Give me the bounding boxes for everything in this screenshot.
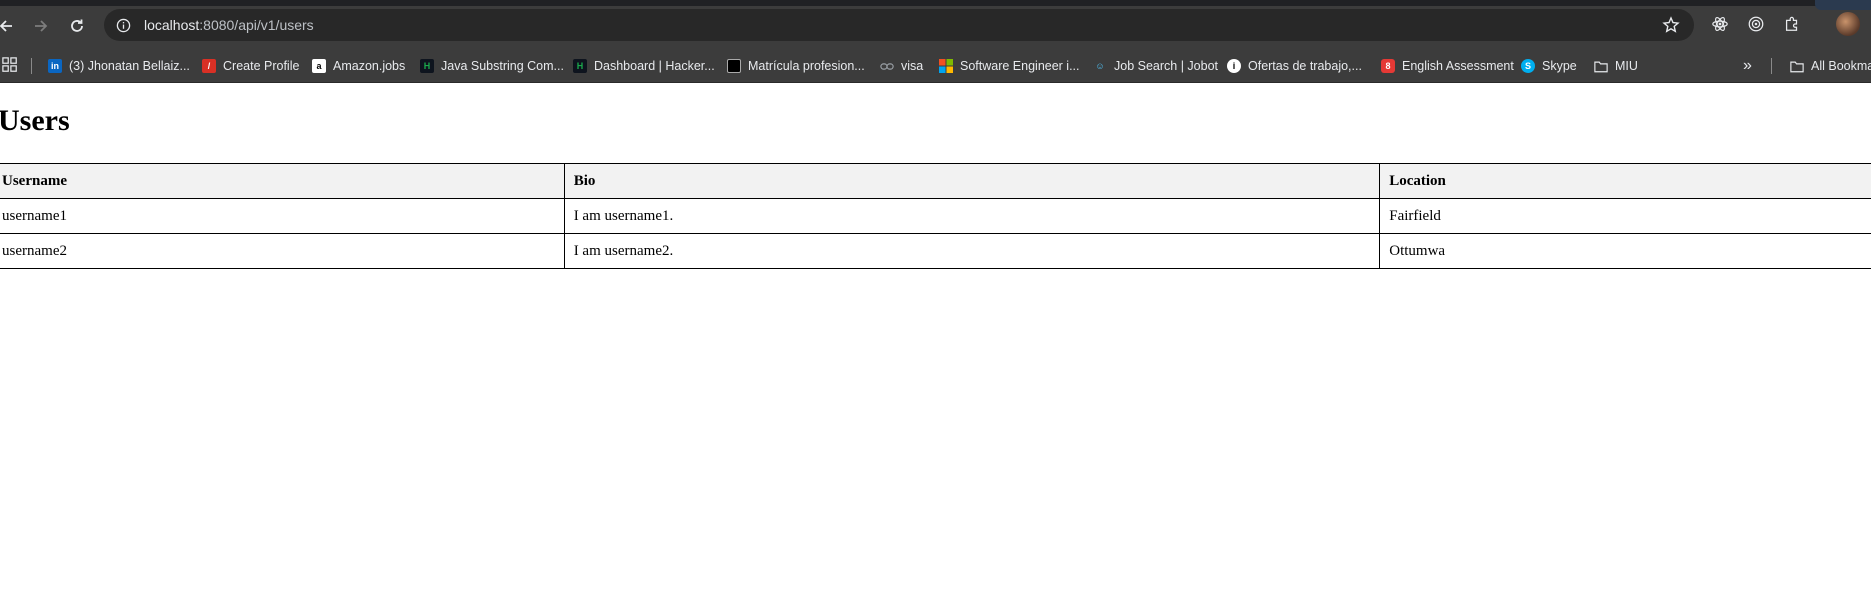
bookmark-star-icon[interactable]: [1662, 16, 1680, 34]
table-header-row: Username Bio Location: [0, 163, 1871, 199]
bookmark-label: All Bookmarks: [1811, 59, 1871, 73]
react-devtools-icon[interactable]: [1709, 13, 1731, 35]
back-button[interactable]: [0, 8, 24, 44]
red-logo-icon: /: [202, 59, 216, 73]
cell-username: username2: [0, 233, 565, 269]
bookmark-label: Dashboard | Hacker...: [594, 59, 715, 73]
bookmark-folder-miu[interactable]: MIU: [1594, 56, 1638, 76]
bookmark-label: visa: [901, 59, 924, 73]
chevron-double-right-icon: »: [1743, 57, 1752, 74]
reload-button[interactable]: [59, 8, 95, 44]
bookmark-java-substring[interactable]: H Java Substring Com...: [420, 56, 564, 76]
bookmark-linkedin[interactable]: in (3) Jhonatan Bellaiz...: [48, 56, 190, 76]
bookmark-ofertas[interactable]: i Ofertas de trabajo,...: [1227, 56, 1362, 76]
cell-location: Fairfield: [1379, 198, 1871, 234]
forward-button[interactable]: [23, 8, 59, 44]
cell-bio: I am username2.: [563, 233, 1381, 269]
bookmark-matricula[interactable]: Matrícula profesion...: [727, 56, 865, 76]
bookmark-label: Ofertas de trabajo,...: [1248, 59, 1362, 73]
bookmark-visa[interactable]: visa: [880, 56, 923, 76]
folder-icon: [1594, 59, 1608, 73]
robot-icon: ☺: [1095, 61, 1105, 71]
link-icon: [880, 59, 894, 73]
linkedin-icon: in: [48, 59, 62, 73]
bookmark-create-profile[interactable]: / Create Profile: [202, 56, 299, 76]
cell-username: username1: [0, 198, 565, 234]
bookmarks-divider: [1771, 58, 1772, 74]
bookmark-label: (3) Jhonatan Bellaiz...: [69, 59, 190, 73]
bookmark-software-engineer[interactable]: Software Engineer i...: [939, 56, 1080, 76]
bookmarks-divider: [31, 58, 32, 74]
bookmark-english-assessment[interactable]: 8 English Assessment: [1381, 56, 1514, 76]
tab-strip-edge: [0, 0, 1871, 6]
url-host: localhost: [144, 17, 200, 33]
site-info-icon[interactable]: [114, 16, 132, 34]
cell-location: Ottumwa: [1379, 233, 1871, 269]
extension-target-icon[interactable]: [1745, 13, 1767, 35]
bookmark-label: Create Profile: [223, 59, 300, 73]
amazon-icon: a: [312, 59, 326, 73]
bookmark-label: Matrícula profesion...: [748, 59, 865, 73]
bookmark-label: Skype: [1542, 59, 1577, 73]
browser-toolbar: localhost:8080/api/v1/users: [0, 0, 1871, 48]
bookmark-amazon-jobs[interactable]: a Amazon.jobs: [312, 56, 405, 76]
hackerrank-icon: H: [420, 59, 434, 73]
apps-grid-icon[interactable]: [2, 57, 20, 75]
skype-icon: S: [1521, 59, 1535, 73]
table-row: username2 I am username2. Ottumwa: [0, 233, 1871, 269]
column-header-location: Location: [1379, 163, 1871, 199]
arrow-left-icon: [0, 20, 12, 32]
hackerrank-icon: H: [573, 59, 587, 73]
all-bookmarks-folder[interactable]: All Bookmarks: [1790, 56, 1871, 76]
bookmark-jobot[interactable]: ☺ Job Search | Jobot: [1093, 56, 1218, 76]
bookmarks-bar: in (3) Jhonatan Bellaiz... / Create Prof…: [0, 48, 1871, 83]
bookmark-label: Job Search | Jobot: [1114, 59, 1219, 73]
page-content: Users Username Bio Location username1 I …: [0, 84, 1871, 607]
bookmark-label: Amazon.jobs: [333, 59, 406, 73]
shield-logo-icon: [727, 59, 741, 73]
microsoft-icon: [939, 59, 953, 73]
info-icon: i: [1227, 59, 1241, 73]
red-badge-icon: 8: [1381, 59, 1395, 73]
extensions-puzzle-icon[interactable]: [1781, 13, 1803, 35]
bookmark-label: English Assessment: [1402, 59, 1514, 73]
column-header-username: Username: [0, 163, 565, 199]
cell-bio: I am username1.: [563, 198, 1381, 234]
table-row: username1 I am username1. Fairfield: [0, 198, 1871, 234]
bookmark-label: MIU: [1615, 59, 1638, 73]
reload-icon: [71, 19, 83, 32]
more-bookmarks-button[interactable]: »: [1743, 56, 1752, 76]
bookmark-label: Java Substring Com...: [441, 59, 564, 73]
column-header-bio: Bio: [563, 163, 1381, 199]
bookmark-skype[interactable]: S Skype: [1521, 56, 1577, 76]
url-path: :8080/api/v1/users: [199, 17, 314, 33]
url-text[interactable]: localhost:8080/api/v1/users: [144, 17, 314, 33]
profile-avatar[interactable]: [1836, 12, 1860, 36]
folder-icon: [1790, 59, 1804, 73]
arrow-right-icon: [35, 20, 48, 32]
profile-highlight: [1815, 0, 1871, 10]
bookmark-label: Software Engineer i...: [960, 59, 1080, 73]
users-table: Username Bio Location username1 I am use…: [0, 163, 1871, 269]
address-bar[interactable]: localhost:8080/api/v1/users: [104, 9, 1694, 41]
page-title: Users: [0, 104, 70, 137]
bookmark-hackerrank-dashboard[interactable]: H Dashboard | Hacker...: [573, 56, 715, 76]
